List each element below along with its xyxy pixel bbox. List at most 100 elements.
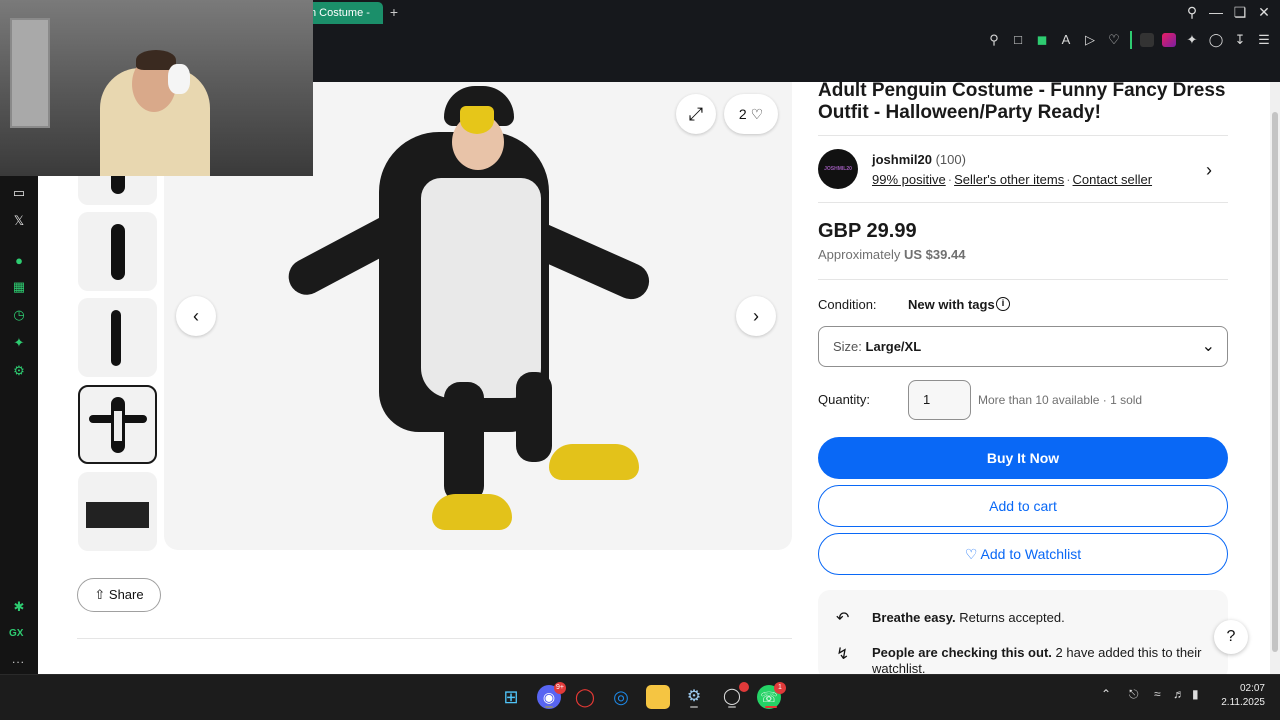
translate-icon[interactable]: A <box>1058 32 1074 48</box>
lightning-icon: ↯ <box>836 646 850 663</box>
info-icon[interactable]: i <box>996 297 1010 311</box>
extensions-icon[interactable]: ✦ <box>10 334 28 352</box>
minimize-icon[interactable]: — <box>1206 4 1226 20</box>
condition-label: Condition: <box>818 297 877 312</box>
buy-it-now-button[interactable]: Buy It Now <box>818 437 1228 479</box>
play-icon[interactable]: ▷ <box>1082 32 1098 48</box>
wifi-icon[interactable]: ≈ <box>1154 687 1161 701</box>
approx-value: US $39.44 <box>904 247 966 262</box>
heart-icon[interactable]: ♡ <box>1106 32 1122 48</box>
extension-pink-icon[interactable] <box>1162 33 1176 47</box>
returns-text: Returns accepted. <box>959 610 1065 625</box>
next-image-button[interactable]: › <box>736 296 776 336</box>
file-explorer-icon[interactable] <box>646 685 670 709</box>
grid-icon[interactable]: ▦ <box>10 278 28 296</box>
scrollbar-thumb[interactable] <box>1272 112 1278 652</box>
search-icon[interactable]: ⚲ <box>1182 4 1202 21</box>
windows-taskbar: ⊞ ◉ 9+ ◯ ◎ ⚙ ◯ ☏ 1 ⌃ ⎋ ≈ ♬ ▮ 02:07 2.11.20… <box>0 674 1280 720</box>
twitch-icon[interactable]: ▭ <box>10 184 28 202</box>
favorite-count: 2 <box>738 106 747 122</box>
share-button[interactable]: ⇧ Share <box>77 578 161 612</box>
seller-avatar[interactable]: JOSHMIL20 <box>818 149 858 189</box>
windows-start-icon[interactable]: ⊞ <box>499 685 523 709</box>
seller-other-items-link[interactable]: Seller's other items <box>954 172 1064 187</box>
size-value: Large/XL <box>865 339 922 354</box>
menu-icon[interactable]: ☰ <box>1256 32 1272 48</box>
tray-chevron-up-icon[interactable]: ⌃ <box>1101 687 1111 701</box>
divider <box>77 638 792 639</box>
info-box: ↶ Breathe easy. Returns accepted. ↯ Peop… <box>818 590 1228 674</box>
opera-icon[interactable]: ◯ <box>573 685 597 709</box>
return-arrow-icon: ↶ <box>836 610 850 627</box>
volume-icon[interactable]: ♬ <box>1173 687 1185 701</box>
heart-icon: ♡ <box>750 106 764 122</box>
new-tab-button[interactable]: + <box>387 4 401 20</box>
music-icon[interactable]: ● <box>10 252 28 270</box>
microphone-icon[interactable]: ⎋ <box>1129 687 1139 702</box>
webcam-background-window <box>10 18 50 128</box>
add-to-watchlist-button[interactable]: ♡ Add to Watchlist <box>818 533 1228 575</box>
wallet-icon[interactable]: ◯ <box>1208 32 1224 48</box>
expand-icon[interactable]: ⤢ <box>676 94 716 134</box>
webcam-overlay <box>0 0 313 176</box>
toolbar-separator <box>1130 31 1132 49</box>
history-icon[interactable]: ◷ <box>10 306 28 324</box>
restore-icon[interactable]: ❏ <box>1230 4 1250 21</box>
app-running-indicator <box>690 706 698 708</box>
share-icon: ⇧ <box>94 587 106 602</box>
quantity-input[interactable]: 1 <box>908 380 971 420</box>
x-icon[interactable]: 𝕏 <box>10 212 28 230</box>
clock-date: 2.11.2025 <box>1221 697 1265 708</box>
snapshot-icon[interactable]: □ <box>1010 32 1026 48</box>
app-badge <box>739 682 749 692</box>
extension-dark-icon[interactable] <box>1140 33 1154 47</box>
returns-bold: Breathe easy. <box>872 610 956 625</box>
download-icon[interactable]: ↧ <box>1232 32 1248 48</box>
seller-name[interactable]: joshmil20 <box>872 152 932 167</box>
approx-prefix: Approximately <box>818 247 901 262</box>
seller-info: joshmil20 (100) <box>872 152 966 167</box>
settings-icon[interactable]: ⚙ <box>10 362 28 380</box>
close-icon[interactable]: ✕ <box>1254 4 1274 21</box>
thumbnail-2[interactable] <box>78 212 157 291</box>
size-select[interactable]: Size: Large/XL ⌄ <box>818 326 1228 367</box>
penguin-thumbnail-image <box>88 396 147 453</box>
puzzle-icon[interactable]: ✦ <box>1184 32 1200 48</box>
sidebar-more-icon[interactable]: ... <box>12 652 25 666</box>
size-select-text: Size: Large/XL <box>833 339 921 354</box>
pin-icon[interactable]: ⚲ <box>986 32 1002 48</box>
divider <box>818 135 1228 136</box>
thumbnail-4-selected[interactable] <box>78 385 157 464</box>
help-button[interactable]: ? <box>1214 620 1248 654</box>
penguin-image-part <box>421 178 541 398</box>
system-clock[interactable]: 02:07 2.11.2025 <box>1221 682 1265 710</box>
page-scrollbar[interactable] <box>1270 82 1280 674</box>
edge-icon[interactable]: ◎ <box>609 685 633 709</box>
whatsapp-badge: 1 <box>774 682 786 694</box>
seller-feedback-count: (100) <box>935 152 966 167</box>
penguin-image-part <box>549 444 639 480</box>
penguin-image-part <box>516 372 552 462</box>
gx-label[interactable]: GX <box>9 628 23 639</box>
discord-badge: 9+ <box>554 682 566 694</box>
previous-image-button[interactable]: ‹ <box>176 296 216 336</box>
approx-price: Approximately US $39.44 <box>818 247 965 262</box>
seller-positive-link[interactable]: 99% positive <box>872 172 946 187</box>
thumbnail-3[interactable] <box>78 298 157 377</box>
divider <box>818 279 1228 280</box>
chevron-right-icon[interactable]: › <box>1206 160 1212 181</box>
battery-icon[interactable]: ▮ <box>1192 687 1199 701</box>
favorite-count-button[interactable]: 2 ♡ <box>724 94 778 134</box>
add-to-cart-button[interactable]: Add to cart <box>818 485 1228 527</box>
contact-seller-link[interactable]: Contact seller <box>1073 172 1152 187</box>
penguin-thumbnail-image <box>110 309 121 366</box>
app-running-indicator <box>545 706 553 708</box>
price: GBP 29.99 <box>818 220 917 242</box>
returns-info: Breathe easy. Returns accepted. <box>872 610 1202 626</box>
watchers-info: People are checking this out. 2 have add… <box>872 645 1202 674</box>
shield-icon[interactable]: ◼ <box>1034 32 1050 48</box>
size-label: Size: <box>833 339 862 354</box>
thumbnail-5-size-chart[interactable] <box>78 472 157 551</box>
heart-icon: ♡ <box>964 546 978 562</box>
sparkle-icon[interactable]: ✱ <box>10 598 28 616</box>
